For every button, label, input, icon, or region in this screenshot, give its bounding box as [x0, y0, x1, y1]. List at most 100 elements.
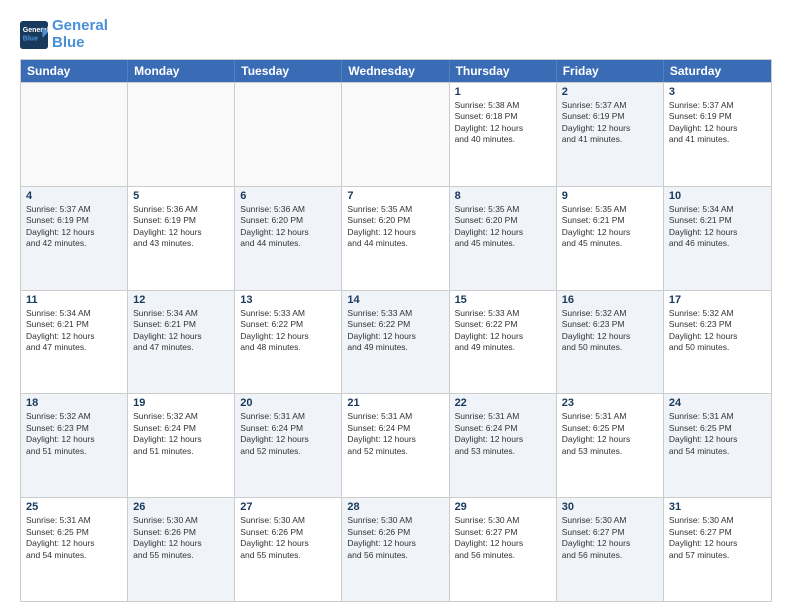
day-cell-7: 7 Sunrise: 5:35 AM Sunset: 6:20 PM Daylig… [342, 187, 449, 290]
day-cell-24: 24 Sunrise: 5:31 AM Sunset: 6:25 PM Dayli… [664, 394, 771, 497]
day-cell-10: 10 Sunrise: 5:34 AM Sunset: 6:21 PM Dayli… [664, 187, 771, 290]
day-number: 29 [455, 501, 551, 513]
day-number: 25 [26, 501, 122, 513]
day-cell-16: 16Sunrise: 5:32 AM Sunset: 6:23 PM Dayli… [557, 291, 664, 394]
day-info: Sunrise: 5:31 AM Sunset: 6:24 PM Dayligh… [455, 411, 551, 457]
empty-cell [235, 83, 342, 186]
day-number: 20 [240, 397, 336, 409]
day-cell-28: 28 Sunrise: 5:30 AM Sunset: 6:26 PM Dayli… [342, 498, 449, 601]
day-number: 22 [455, 397, 551, 409]
day-info: Sunrise: 5:31 AM Sunset: 6:25 PM Dayligh… [562, 411, 658, 457]
day-cell-21: 21 Sunrise: 5:31 AM Sunset: 6:24 PM Dayli… [342, 394, 449, 497]
day-number: 9 [562, 190, 658, 202]
day-cell-2: 2Sunrise: 5:37 AM Sunset: 6:19 PM Daylig… [557, 83, 664, 186]
day-number: 27 [240, 501, 336, 513]
day-cell-13: 13Sunrise: 5:33 AM Sunset: 6:22 PM Dayli… [235, 291, 342, 394]
day-info: Sunrise: 5:30 AM Sunset: 6:26 PM Dayligh… [240, 515, 336, 561]
day-cell-27: 27 Sunrise: 5:30 AM Sunset: 6:26 PM Dayli… [235, 498, 342, 601]
header: General Blue GeneralBlue [20, 18, 772, 51]
header-day-wednesday: Wednesday [342, 60, 449, 82]
day-cell-20: 20 Sunrise: 5:31 AM Sunset: 6:24 PM Dayli… [235, 394, 342, 497]
day-number: 28 [347, 501, 443, 513]
calendar-body: 1Sunrise: 5:38 AM Sunset: 6:18 PM Daylig… [21, 82, 771, 601]
day-number: 18 [26, 397, 122, 409]
day-cell-22: 22 Sunrise: 5:31 AM Sunset: 6:24 PM Dayli… [450, 394, 557, 497]
logo: General Blue GeneralBlue [20, 18, 108, 51]
day-number: 2 [562, 86, 658, 98]
day-cell-5: 5 Sunrise: 5:36 AM Sunset: 6:19 PM Daylig… [128, 187, 235, 290]
day-info: Sunrise: 5:33 AM Sunset: 6:22 PM Dayligh… [455, 308, 551, 354]
header-day-thursday: Thursday [450, 60, 557, 82]
day-info: Sunrise: 5:30 AM Sunset: 6:27 PM Dayligh… [455, 515, 551, 561]
day-cell-12: 12Sunrise: 5:34 AM Sunset: 6:21 PM Dayli… [128, 291, 235, 394]
day-info: Sunrise: 5:36 AM Sunset: 6:19 PM Dayligh… [133, 204, 229, 250]
day-number: 4 [26, 190, 122, 202]
logo-icon: General Blue [20, 21, 48, 49]
day-number: 26 [133, 501, 229, 513]
day-cell-30: 30 Sunrise: 5:30 AM Sunset: 6:27 PM Dayli… [557, 498, 664, 601]
day-cell-3: 3Sunrise: 5:37 AM Sunset: 6:19 PM Daylig… [664, 83, 771, 186]
day-info: Sunrise: 5:36 AM Sunset: 6:20 PM Dayligh… [240, 204, 336, 250]
calendar: SundayMondayTuesdayWednesdayThursdayFrid… [20, 59, 772, 602]
day-info: Sunrise: 5:30 AM Sunset: 6:26 PM Dayligh… [133, 515, 229, 561]
day-cell-6: 6 Sunrise: 5:36 AM Sunset: 6:20 PM Daylig… [235, 187, 342, 290]
day-number: 19 [133, 397, 229, 409]
day-number: 31 [669, 501, 766, 513]
empty-cell [128, 83, 235, 186]
logo-text: GeneralBlue [52, 18, 108, 51]
day-number: 14 [347, 294, 443, 306]
day-number: 15 [455, 294, 551, 306]
day-info: Sunrise: 5:32 AM Sunset: 6:23 PM Dayligh… [562, 308, 658, 354]
day-info: Sunrise: 5:31 AM Sunset: 6:25 PM Dayligh… [669, 411, 766, 457]
svg-text:Blue: Blue [23, 35, 38, 42]
day-cell-9: 9 Sunrise: 5:35 AM Sunset: 6:21 PM Daylig… [557, 187, 664, 290]
day-info: Sunrise: 5:30 AM Sunset: 6:26 PM Dayligh… [347, 515, 443, 561]
day-info: Sunrise: 5:32 AM Sunset: 6:23 PM Dayligh… [669, 308, 766, 354]
header-day-tuesday: Tuesday [235, 60, 342, 82]
day-info: Sunrise: 5:37 AM Sunset: 6:19 PM Dayligh… [26, 204, 122, 250]
calendar-week-2: 4 Sunrise: 5:37 AM Sunset: 6:19 PM Daylig… [21, 186, 771, 290]
day-info: Sunrise: 5:34 AM Sunset: 6:21 PM Dayligh… [26, 308, 122, 354]
day-cell-8: 8 Sunrise: 5:35 AM Sunset: 6:20 PM Daylig… [450, 187, 557, 290]
day-info: Sunrise: 5:35 AM Sunset: 6:21 PM Dayligh… [562, 204, 658, 250]
calendar-header: SundayMondayTuesdayWednesdayThursdayFrid… [21, 60, 771, 82]
calendar-week-5: 25 Sunrise: 5:31 AM Sunset: 6:25 PM Dayli… [21, 497, 771, 601]
header-day-saturday: Saturday [664, 60, 771, 82]
day-cell-23: 23 Sunrise: 5:31 AM Sunset: 6:25 PM Dayli… [557, 394, 664, 497]
day-number: 6 [240, 190, 336, 202]
day-cell-1: 1Sunrise: 5:38 AM Sunset: 6:18 PM Daylig… [450, 83, 557, 186]
day-info: Sunrise: 5:32 AM Sunset: 6:24 PM Dayligh… [133, 411, 229, 457]
day-info: Sunrise: 5:33 AM Sunset: 6:22 PM Dayligh… [240, 308, 336, 354]
header-day-monday: Monday [128, 60, 235, 82]
calendar-week-1: 1Sunrise: 5:38 AM Sunset: 6:18 PM Daylig… [21, 82, 771, 186]
day-cell-17: 17 Sunrise: 5:32 AM Sunset: 6:23 PM Dayli… [664, 291, 771, 394]
day-info: Sunrise: 5:34 AM Sunset: 6:21 PM Dayligh… [133, 308, 229, 354]
header-day-friday: Friday [557, 60, 664, 82]
empty-cell [342, 83, 449, 186]
day-number: 7 [347, 190, 443, 202]
day-number: 24 [669, 397, 766, 409]
day-info: Sunrise: 5:35 AM Sunset: 6:20 PM Dayligh… [455, 204, 551, 250]
day-cell-18: 18 Sunrise: 5:32 AM Sunset: 6:23 PM Dayli… [21, 394, 128, 497]
day-number: 23 [562, 397, 658, 409]
day-cell-26: 26 Sunrise: 5:30 AM Sunset: 6:26 PM Dayli… [128, 498, 235, 601]
day-info: Sunrise: 5:31 AM Sunset: 6:24 PM Dayligh… [240, 411, 336, 457]
day-info: Sunrise: 5:32 AM Sunset: 6:23 PM Dayligh… [26, 411, 122, 457]
day-info: Sunrise: 5:35 AM Sunset: 6:20 PM Dayligh… [347, 204, 443, 250]
day-number: 10 [669, 190, 766, 202]
day-number: 5 [133, 190, 229, 202]
day-number: 11 [26, 294, 122, 306]
day-number: 30 [562, 501, 658, 513]
day-cell-29: 29 Sunrise: 5:30 AM Sunset: 6:27 PM Dayli… [450, 498, 557, 601]
day-number: 17 [669, 294, 766, 306]
page: General Blue GeneralBlue SundayMondayTue… [0, 0, 792, 612]
day-number: 21 [347, 397, 443, 409]
day-info: Sunrise: 5:34 AM Sunset: 6:21 PM Dayligh… [669, 204, 766, 250]
day-number: 3 [669, 86, 766, 98]
day-cell-31: 31Sunrise: 5:30 AM Sunset: 6:27 PM Dayli… [664, 498, 771, 601]
day-info: Sunrise: 5:31 AM Sunset: 6:25 PM Dayligh… [26, 515, 122, 561]
day-info: Sunrise: 5:31 AM Sunset: 6:24 PM Dayligh… [347, 411, 443, 457]
day-info: Sunrise: 5:30 AM Sunset: 6:27 PM Dayligh… [562, 515, 658, 561]
day-number: 8 [455, 190, 551, 202]
day-number: 1 [455, 86, 551, 98]
